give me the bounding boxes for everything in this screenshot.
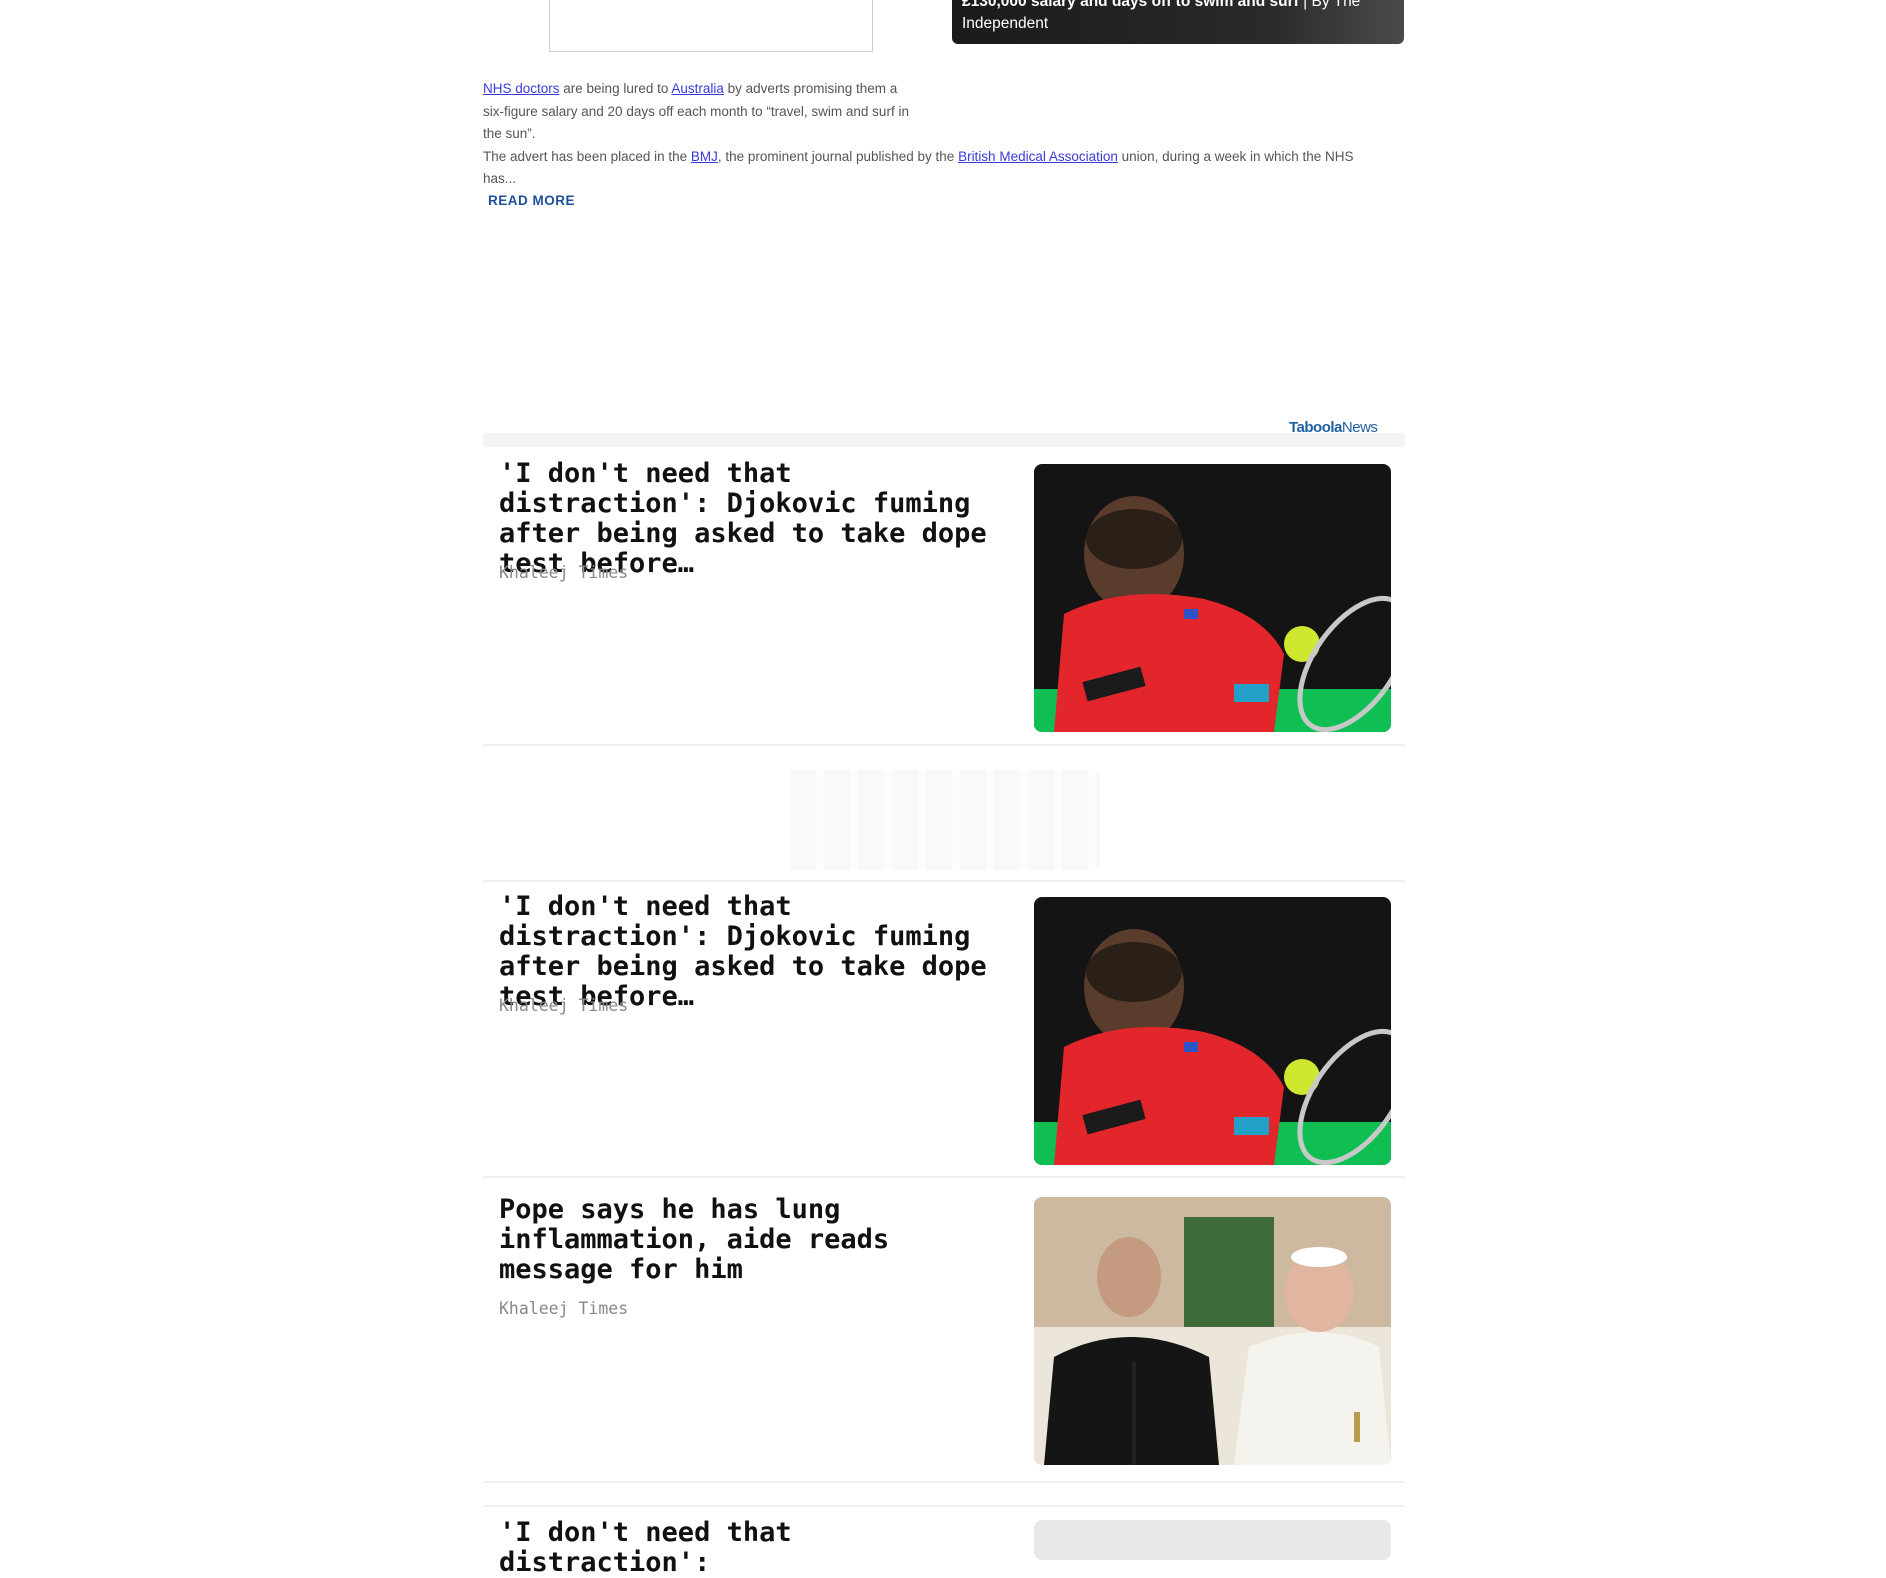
- link-bma[interactable]: British Medical Association: [958, 149, 1118, 164]
- feed-card[interactable]: 'I don't need that distraction': Djokovi…: [483, 884, 1405, 1178]
- ad-placeholder-box: [549, 0, 873, 52]
- related-story-card[interactable]: £130,000 salary and days off to swim and…: [952, 0, 1404, 44]
- link-australia[interactable]: Australia: [671, 81, 724, 96]
- taboola-brand: Taboola: [1289, 419, 1342, 436]
- link-bmj[interactable]: BMJ: [691, 149, 718, 164]
- djokovic-image-svg: [1034, 464, 1391, 732]
- djokovic-image-svg: [1034, 897, 1391, 1165]
- excerpt-text: , the prominent journal published by the: [717, 148, 959, 164]
- feed-card[interactable]: 'I don't need that distraction': Djokovi…: [483, 451, 1405, 746]
- feed-separator: [483, 880, 1405, 882]
- feed-card[interactable]: 'I don't need that distraction':: [483, 1507, 1405, 1578]
- card-source: Khaleej Times: [499, 563, 629, 582]
- feed-card[interactable]: Pope says he has lung inflammation, aide…: [483, 1183, 1405, 1483]
- related-story-headline: £130,000 salary and days off to swim and…: [962, 0, 1299, 10]
- card-source: Khaleej Times: [499, 996, 629, 1015]
- excerpt-paragraph-1: NHS doctors are being lured to Australia…: [483, 78, 913, 146]
- taboola-suffix: News: [1341, 419, 1378, 436]
- taboola-news-logo[interactable]: TaboolaNews: [1289, 419, 1378, 436]
- excerpt-text: The advert has been placed in the: [483, 148, 691, 164]
- djokovic-photo[interactable]: [1034, 897, 1391, 1165]
- card-title[interactable]: Pope says he has lung inflammation, aide…: [499, 1195, 1019, 1285]
- article-excerpt: NHS doctors are being lured to Australia…: [483, 78, 1363, 191]
- read-more-link[interactable]: READ MORE: [488, 193, 575, 208]
- excerpt-text: are being lured to: [559, 81, 672, 96]
- partial-photo[interactable]: [1034, 1520, 1391, 1560]
- card-title[interactable]: 'I don't need that distraction': Djokovi…: [499, 459, 1019, 579]
- excerpt-paragraph-2: The advert has been placed in the BMJ, t…: [483, 146, 1363, 191]
- link-nhs-doctors[interactable]: NHS doctors: [483, 81, 560, 96]
- djokovic-photo[interactable]: [1034, 464, 1391, 732]
- card-source: Khaleej Times: [499, 1299, 629, 1318]
- taboola-header-bar: [483, 433, 1405, 447]
- loading-placeholder: [790, 770, 1100, 870]
- card-title[interactable]: 'I don't need that distraction': Djokovi…: [499, 892, 1019, 1012]
- pope-image-svg: [1034, 1197, 1391, 1465]
- card-title[interactable]: 'I don't need that distraction':: [499, 1518, 1019, 1578]
- related-story-caption: £130,000 salary and days off to swim and…: [962, 0, 1394, 35]
- pope-photo[interactable]: [1034, 1197, 1391, 1465]
